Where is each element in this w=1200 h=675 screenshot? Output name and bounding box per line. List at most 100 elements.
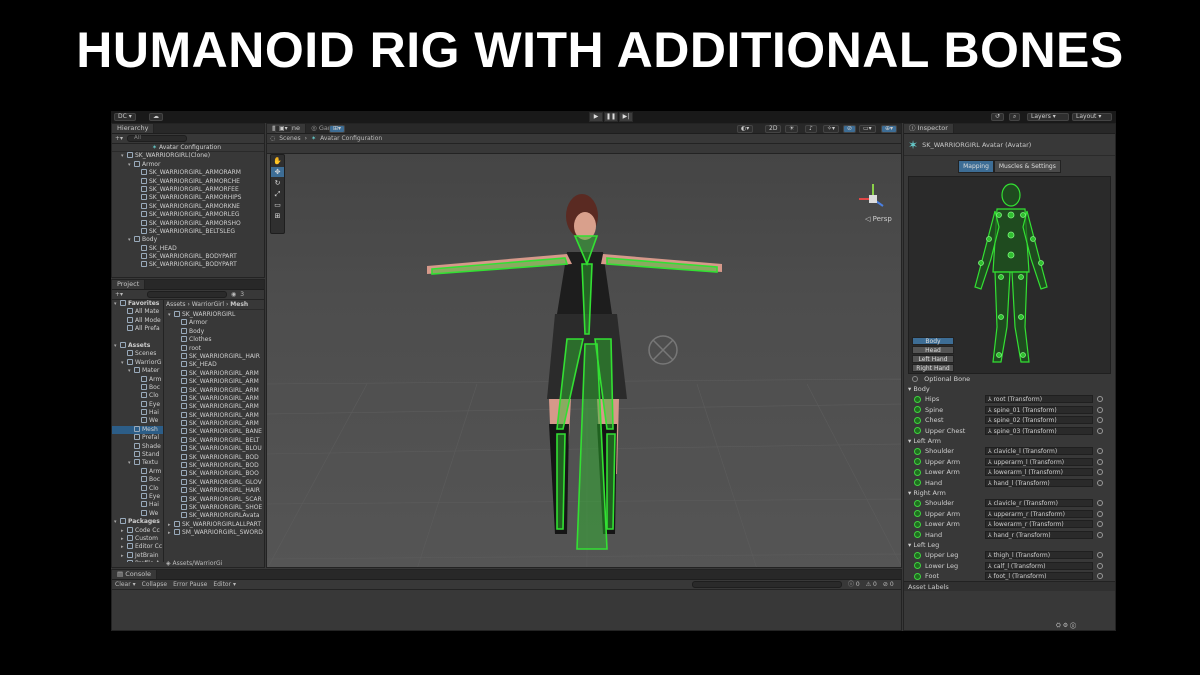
tab-hierarchy[interactable]: Hierarchy bbox=[112, 124, 155, 133]
object-picker-icon[interactable] bbox=[1097, 500, 1103, 507]
play-icon[interactable]: ▶ bbox=[589, 112, 603, 122]
tree-item[interactable]: We bbox=[112, 417, 163, 425]
tree-item[interactable]: SK_WARRIORGIRL_ARM bbox=[166, 378, 264, 386]
tree-item[interactable]: SK_WARRIORGIRL_ARMORARM bbox=[112, 169, 264, 177]
tree-item[interactable]: ▸Profile A bbox=[112, 560, 163, 562]
bone-transform-field[interactable]: ⅄ lowerarm_r (Transform) bbox=[985, 520, 1093, 529]
tree-item[interactable]: SK_WARRIORGIRL_BOD bbox=[166, 462, 264, 470]
tree-item[interactable]: Arm bbox=[112, 375, 163, 384]
tree-item[interactable]: ▸ Custom bbox=[112, 534, 163, 543]
tree-item[interactable]: SK_WARRIORGIRL_ARM bbox=[166, 420, 264, 428]
transform-tool-icon[interactable]: ⊞ bbox=[271, 211, 284, 221]
tree-item[interactable]: Boc bbox=[112, 383, 163, 392]
bone-group-header[interactable]: ▾ Left Leg bbox=[904, 540, 1115, 550]
bone-transform-field[interactable]: ⅄ calf_l (Transform) bbox=[985, 561, 1093, 570]
tree-item[interactable]: SK_WARRIORGIRL_ARM bbox=[166, 394, 264, 403]
tree-item[interactable]: SK_WARRIORGIRL_ARM bbox=[166, 411, 264, 420]
tree-item[interactable]: ▸ Editor Cc bbox=[112, 543, 163, 551]
bone-transform-field[interactable]: ⅄ clavicle_r (Transform) bbox=[985, 499, 1093, 508]
eye-icon[interactable]: ◉ bbox=[231, 290, 236, 300]
tree-item[interactable]: SK_WARRIORGIRL_SHOE bbox=[166, 503, 264, 512]
step-icon[interactable]: ▶| bbox=[619, 112, 633, 122]
tree-item[interactable]: SK_WARRIORGIRL_ARMORSHO bbox=[112, 219, 264, 228]
bone-group-header[interactable]: ▾ Left Arm bbox=[904, 436, 1115, 446]
tree-item[interactable]: All Prefa bbox=[112, 325, 163, 333]
tree-item[interactable]: Clo bbox=[112, 484, 163, 493]
bone-group-header[interactable]: ▾ Right Arm bbox=[904, 488, 1115, 498]
tree-item[interactable]: root bbox=[166, 344, 264, 353]
tab-project[interactable]: Project bbox=[112, 280, 146, 289]
tree-item[interactable]: SK_WARRIORGIRL_BANE bbox=[166, 428, 264, 436]
clear-button[interactable]: Clear ▾ bbox=[115, 580, 136, 590]
effects-icon[interactable]: ✧▾ bbox=[823, 125, 840, 133]
tree-item[interactable]: Eye bbox=[112, 400, 163, 409]
tree-item[interactable]: SK_WARRIORGIRL_BOD bbox=[166, 453, 264, 462]
hand-tool-icon[interactable]: ✋ bbox=[271, 156, 284, 166]
tree-item[interactable]: ▸ SM_WARRIORGIRL_SWORD bbox=[166, 529, 264, 537]
tree-item[interactable]: ▾ Armor bbox=[112, 160, 264, 169]
breadcrumb-assets[interactable]: Assets bbox=[166, 301, 186, 308]
tree-item[interactable]: ▸ JetBrain bbox=[112, 551, 163, 560]
log-count[interactable]: ⓘ 0 bbox=[848, 580, 860, 590]
tree-item[interactable]: SK_WARRIORGIRL_ARMORCHE bbox=[112, 177, 264, 186]
tree-item[interactable]: ▾ Body bbox=[112, 236, 264, 244]
breadcrumb-mesh[interactable]: Mesh bbox=[230, 301, 248, 308]
object-picker-icon[interactable] bbox=[1097, 573, 1103, 580]
tree-item[interactable]: Boc bbox=[112, 476, 163, 484]
tree-item[interactable]: All Mode bbox=[112, 316, 163, 325]
tree-item[interactable]: SK_WARRIORGIRL_ARM bbox=[166, 386, 264, 395]
rotate-tool-icon[interactable]: ↻ bbox=[271, 178, 284, 188]
mode-2d-button[interactable]: 2D bbox=[765, 125, 782, 133]
body-part-button-body[interactable]: Body bbox=[912, 337, 954, 345]
tree-item[interactable]: SK_WARRIORGIRL_BELT bbox=[166, 436, 264, 445]
object-picker-icon[interactable] bbox=[1097, 406, 1103, 413]
tree-item[interactable]: ▾ Mater bbox=[112, 367, 163, 375]
tree-item[interactable]: Hai bbox=[112, 409, 163, 417]
breadcrumb-avatar-config[interactable]: Avatar Configuration bbox=[320, 134, 382, 144]
tree-item[interactable]: ▸ SK_WARRIORGIRLALLPART bbox=[166, 520, 264, 529]
object-picker-icon[interactable] bbox=[1097, 427, 1103, 434]
tree-item[interactable]: SK_WARRIORGIRL_HAIR bbox=[166, 352, 264, 361]
account-dropdown[interactable]: DC ▾ bbox=[114, 113, 136, 121]
bone-transform-field[interactable]: ⅄ upperarm_l (Transform) bbox=[985, 457, 1093, 466]
tree-item[interactable]: Prefal bbox=[112, 434, 163, 442]
tree-item[interactable]: Scenes bbox=[112, 350, 163, 358]
editor-dropdown[interactable]: Editor ▾ bbox=[213, 580, 236, 590]
gizmos-icon[interactable]: ⊕▾ bbox=[881, 125, 898, 133]
object-picker-icon[interactable] bbox=[1097, 531, 1103, 538]
bone-transform-field[interactable]: ⅄ thigh_l (Transform) bbox=[985, 551, 1093, 560]
tree-item[interactable]: All Mate bbox=[112, 308, 163, 316]
tree-item[interactable]: SK_WARRIORGIRL_ARM bbox=[166, 369, 264, 378]
object-picker-icon[interactable] bbox=[1097, 469, 1103, 476]
tree-item[interactable]: ▾ Favorites bbox=[112, 300, 163, 308]
asset-labels-header[interactable]: Asset Labels bbox=[904, 581, 1115, 591]
object-picker-icon[interactable] bbox=[1097, 417, 1103, 424]
object-picker-icon[interactable] bbox=[1097, 448, 1103, 455]
tree-item[interactable]: SK_WARRIORGIRL_BLOU bbox=[166, 445, 264, 453]
object-picker-icon[interactable] bbox=[1097, 562, 1103, 569]
body-part-button-left-hand[interactable]: Left Hand bbox=[912, 355, 954, 363]
collapse-button[interactable]: Collapse bbox=[142, 580, 168, 590]
bone-transform-field[interactable]: ⅄ upperarm_r (Transform) bbox=[985, 509, 1093, 518]
bone-transform-field[interactable]: ⅄ hand_l (Transform) bbox=[985, 478, 1093, 487]
pause-icon[interactable]: ❚❚ bbox=[604, 112, 618, 122]
bone-transform-field[interactable]: ⅄ clavicle_l (Transform) bbox=[985, 447, 1093, 456]
tree-item[interactable]: SK_WARRIORGIRL_BODYPART bbox=[112, 261, 264, 269]
body-part-button-right-hand[interactable]: Right Hand bbox=[912, 364, 954, 372]
tree-item[interactable] bbox=[112, 334, 163, 342]
tree-item[interactable]: SK_WARRIORGIRL_ARMORKNE bbox=[112, 202, 264, 211]
shading-dropdown[interactable]: ◐▾ bbox=[737, 125, 754, 133]
bone-transform-field[interactable]: ⅄ spine_02 (Transform) bbox=[985, 416, 1093, 425]
breadcrumb-warriorgirl[interactable]: WarriorGirl bbox=[192, 301, 224, 308]
tree-item[interactable]: Body bbox=[166, 327, 264, 336]
scale-tool-icon[interactable]: ⤢ bbox=[271, 189, 284, 199]
tree-item[interactable]: SK_WARRIORGIRL_GLOV bbox=[166, 478, 264, 487]
tree-item[interactable]: Hai bbox=[112, 501, 163, 509]
bone-transform-field[interactable]: ⅄ foot_l (Transform) bbox=[985, 572, 1093, 581]
tree-item[interactable]: SK_WARRIORGIRL_ARMORHIPS bbox=[112, 194, 264, 202]
tab-muscles-settings[interactable]: Muscles & Settings bbox=[993, 160, 1061, 173]
tree-item[interactable]: SK_WARRIORGIRL_ARMORLEG bbox=[112, 211, 264, 219]
bone-transform-field[interactable]: ⅄ spine_01 (Transform) bbox=[985, 405, 1093, 414]
tree-item[interactable]: Clo bbox=[112, 392, 163, 400]
tree-item[interactable]: Stand bbox=[112, 451, 163, 459]
